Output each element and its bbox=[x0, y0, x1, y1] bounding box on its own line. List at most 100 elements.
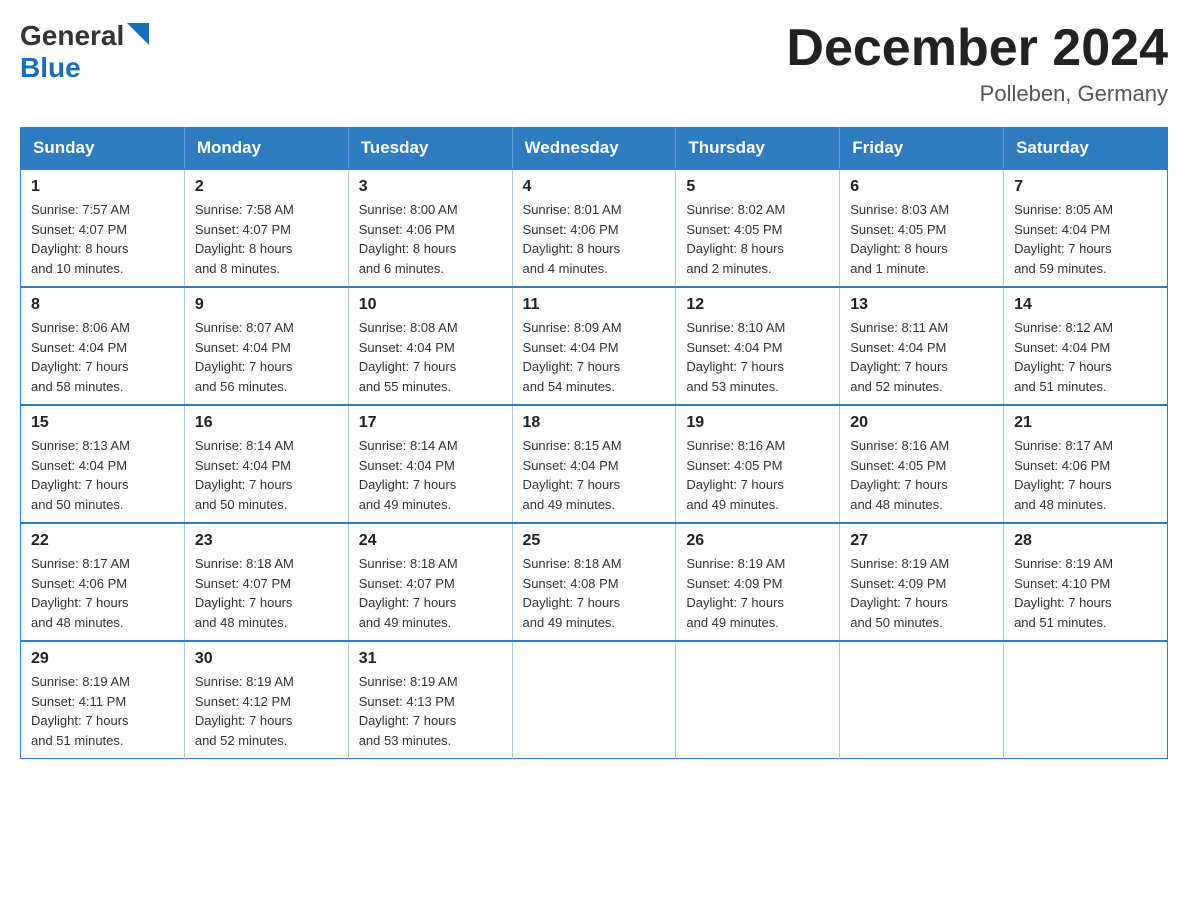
calendar-table: Sunday Monday Tuesday Wednesday Thursday… bbox=[20, 127, 1168, 759]
calendar-cell bbox=[840, 641, 1004, 759]
logo-triangle-icon bbox=[127, 23, 149, 45]
day-number: 29 bbox=[31, 650, 174, 668]
day-number: 12 bbox=[686, 296, 829, 314]
day-number: 26 bbox=[686, 532, 829, 550]
calendar-title: December 2024 bbox=[786, 20, 1168, 77]
day-number: 5 bbox=[686, 178, 829, 196]
calendar-cell bbox=[512, 641, 676, 759]
calendar-cell: 12 Sunrise: 8:10 AM Sunset: 4:04 PM Dayli… bbox=[676, 287, 840, 405]
header-monday: Monday bbox=[184, 128, 348, 170]
day-info: Sunrise: 8:14 AM Sunset: 4:04 PM Dayligh… bbox=[195, 436, 338, 514]
calendar-cell: 8 Sunrise: 8:06 AM Sunset: 4:04 PM Daylig… bbox=[21, 287, 185, 405]
calendar-cell: 24 Sunrise: 8:18 AM Sunset: 4:07 PM Dayli… bbox=[348, 523, 512, 641]
calendar-cell: 4 Sunrise: 8:01 AM Sunset: 4:06 PM Daylig… bbox=[512, 169, 676, 287]
day-info: Sunrise: 7:58 AM Sunset: 4:07 PM Dayligh… bbox=[195, 200, 338, 278]
logo-blue-text: Blue bbox=[20, 52, 81, 83]
calendar-cell: 26 Sunrise: 8:19 AM Sunset: 4:09 PM Dayli… bbox=[676, 523, 840, 641]
day-number: 13 bbox=[850, 296, 993, 314]
calendar-cell: 18 Sunrise: 8:15 AM Sunset: 4:04 PM Dayli… bbox=[512, 405, 676, 523]
day-number: 4 bbox=[523, 178, 666, 196]
day-number: 20 bbox=[850, 414, 993, 432]
calendar-week-row: 1Sunrise: 7:57 AM Sunset: 4:07 PM Daylig… bbox=[21, 169, 1168, 287]
header-tuesday: Tuesday bbox=[348, 128, 512, 170]
calendar-cell: 10Sunrise: 8:08 AM Sunset: 4:04 PM Dayli… bbox=[348, 287, 512, 405]
calendar-cell: 11Sunrise: 8:09 AM Sunset: 4:04 PM Dayli… bbox=[512, 287, 676, 405]
day-info: Sunrise: 8:05 AM Sunset: 4:04 PM Dayligh… bbox=[1014, 200, 1157, 278]
calendar-cell: 6 Sunrise: 8:03 AM Sunset: 4:05 PM Daylig… bbox=[840, 169, 1004, 287]
day-number: 27 bbox=[850, 532, 993, 550]
calendar-cell: 5 Sunrise: 8:02 AM Sunset: 4:05 PM Daylig… bbox=[676, 169, 840, 287]
day-number: 31 bbox=[359, 650, 502, 668]
header-wednesday: Wednesday bbox=[512, 128, 676, 170]
calendar-cell: 9 Sunrise: 8:07 AM Sunset: 4:04 PM Daylig… bbox=[184, 287, 348, 405]
day-number: 21 bbox=[1014, 414, 1157, 432]
page-header: General Blue December 2024 Polleben, Ger… bbox=[20, 20, 1168, 107]
day-number: 9 bbox=[195, 296, 338, 314]
calendar-cell: 28Sunrise: 8:19 AM Sunset: 4:10 PM Dayli… bbox=[1004, 523, 1168, 641]
day-info: Sunrise: 8:02 AM Sunset: 4:05 PM Dayligh… bbox=[686, 200, 829, 278]
weekday-header-row: Sunday Monday Tuesday Wednesday Thursday… bbox=[21, 128, 1168, 170]
logo: General Blue bbox=[20, 20, 149, 84]
day-number: 17 bbox=[359, 414, 502, 432]
day-info: Sunrise: 8:06 AM Sunset: 4:04 PM Dayligh… bbox=[31, 318, 174, 396]
day-info: Sunrise: 8:19 AM Sunset: 4:09 PM Dayligh… bbox=[686, 554, 829, 632]
day-info: Sunrise: 8:08 AM Sunset: 4:04 PM Dayligh… bbox=[359, 318, 502, 396]
calendar-cell: 13 Sunrise: 8:11 AM Sunset: 4:04 PM Dayli… bbox=[840, 287, 1004, 405]
day-number: 3 bbox=[359, 178, 502, 196]
calendar-week-row: 29 Sunrise: 8:19 AM Sunset: 4:11 PM Dayli… bbox=[21, 641, 1168, 759]
calendar-cell bbox=[676, 641, 840, 759]
calendar-cell: 17 Sunrise: 8:14 AM Sunset: 4:04 PM Dayli… bbox=[348, 405, 512, 523]
header-sunday: Sunday bbox=[21, 128, 185, 170]
day-info: Sunrise: 8:14 AM Sunset: 4:04 PM Dayligh… bbox=[359, 436, 502, 514]
day-info: Sunrise: 8:00 AM Sunset: 4:06 PM Dayligh… bbox=[359, 200, 502, 278]
header-saturday: Saturday bbox=[1004, 128, 1168, 170]
day-number: 30 bbox=[195, 650, 338, 668]
day-info: Sunrise: 8:15 AM Sunset: 4:04 PM Dayligh… bbox=[523, 436, 666, 514]
day-info: Sunrise: 8:10 AM Sunset: 4:04 PM Dayligh… bbox=[686, 318, 829, 396]
calendar-cell: 14Sunrise: 8:12 AM Sunset: 4:04 PM Dayli… bbox=[1004, 287, 1168, 405]
day-info: Sunrise: 8:17 AM Sunset: 4:06 PM Dayligh… bbox=[1014, 436, 1157, 514]
day-number: 2 bbox=[195, 178, 338, 196]
day-info: Sunrise: 8:01 AM Sunset: 4:06 PM Dayligh… bbox=[523, 200, 666, 278]
day-info: Sunrise: 8:16 AM Sunset: 4:05 PM Dayligh… bbox=[850, 436, 993, 514]
day-number: 1 bbox=[31, 178, 174, 196]
day-number: 22 bbox=[31, 532, 174, 550]
day-info: Sunrise: 8:19 AM Sunset: 4:11 PM Dayligh… bbox=[31, 672, 174, 750]
calendar-cell: 2 Sunrise: 7:58 AM Sunset: 4:07 PM Daylig… bbox=[184, 169, 348, 287]
calendar-cell bbox=[1004, 641, 1168, 759]
day-info: Sunrise: 8:11 AM Sunset: 4:04 PM Dayligh… bbox=[850, 318, 993, 396]
day-number: 6 bbox=[850, 178, 993, 196]
day-info: Sunrise: 8:03 AM Sunset: 4:05 PM Dayligh… bbox=[850, 200, 993, 278]
day-info: Sunrise: 8:09 AM Sunset: 4:04 PM Dayligh… bbox=[523, 318, 666, 396]
calendar-cell: 22 Sunrise: 8:17 AM Sunset: 4:06 PM Dayli… bbox=[21, 523, 185, 641]
day-number: 28 bbox=[1014, 532, 1157, 550]
header-thursday: Thursday bbox=[676, 128, 840, 170]
day-number: 19 bbox=[686, 414, 829, 432]
calendar-subtitle: Polleben, Germany bbox=[786, 81, 1168, 107]
day-number: 18 bbox=[523, 414, 666, 432]
day-info: Sunrise: 8:16 AM Sunset: 4:05 PM Dayligh… bbox=[686, 436, 829, 514]
calendar-week-row: 15Sunrise: 8:13 AM Sunset: 4:04 PM Dayli… bbox=[21, 405, 1168, 523]
day-number: 25 bbox=[523, 532, 666, 550]
header-friday: Friday bbox=[840, 128, 1004, 170]
day-info: Sunrise: 8:18 AM Sunset: 4:07 PM Dayligh… bbox=[359, 554, 502, 632]
calendar-cell: 19 Sunrise: 8:16 AM Sunset: 4:05 PM Dayli… bbox=[676, 405, 840, 523]
calendar-cell: 7 Sunrise: 8:05 AM Sunset: 4:04 PM Daylig… bbox=[1004, 169, 1168, 287]
calendar-cell: 15Sunrise: 8:13 AM Sunset: 4:04 PM Dayli… bbox=[21, 405, 185, 523]
calendar-cell: 1Sunrise: 7:57 AM Sunset: 4:07 PM Daylig… bbox=[21, 169, 185, 287]
day-info: Sunrise: 8:19 AM Sunset: 4:12 PM Dayligh… bbox=[195, 672, 338, 750]
calendar-cell: 30 Sunrise: 8:19 AM Sunset: 4:12 PM Dayli… bbox=[184, 641, 348, 759]
day-number: 7 bbox=[1014, 178, 1157, 196]
day-number: 8 bbox=[31, 296, 174, 314]
day-info: Sunrise: 8:07 AM Sunset: 4:04 PM Dayligh… bbox=[195, 318, 338, 396]
day-info: Sunrise: 8:19 AM Sunset: 4:13 PM Dayligh… bbox=[359, 672, 502, 750]
day-number: 16 bbox=[195, 414, 338, 432]
calendar-week-row: 22 Sunrise: 8:17 AM Sunset: 4:06 PM Dayli… bbox=[21, 523, 1168, 641]
day-info: Sunrise: 8:17 AM Sunset: 4:06 PM Dayligh… bbox=[31, 554, 174, 632]
calendar-cell: 29 Sunrise: 8:19 AM Sunset: 4:11 PM Dayli… bbox=[21, 641, 185, 759]
calendar-week-row: 8 Sunrise: 8:06 AM Sunset: 4:04 PM Daylig… bbox=[21, 287, 1168, 405]
day-number: 24 bbox=[359, 532, 502, 550]
calendar-cell: 23Sunrise: 8:18 AM Sunset: 4:07 PM Dayli… bbox=[184, 523, 348, 641]
day-info: Sunrise: 8:19 AM Sunset: 4:09 PM Dayligh… bbox=[850, 554, 993, 632]
calendar-cell: 3 Sunrise: 8:00 AM Sunset: 4:06 PM Daylig… bbox=[348, 169, 512, 287]
